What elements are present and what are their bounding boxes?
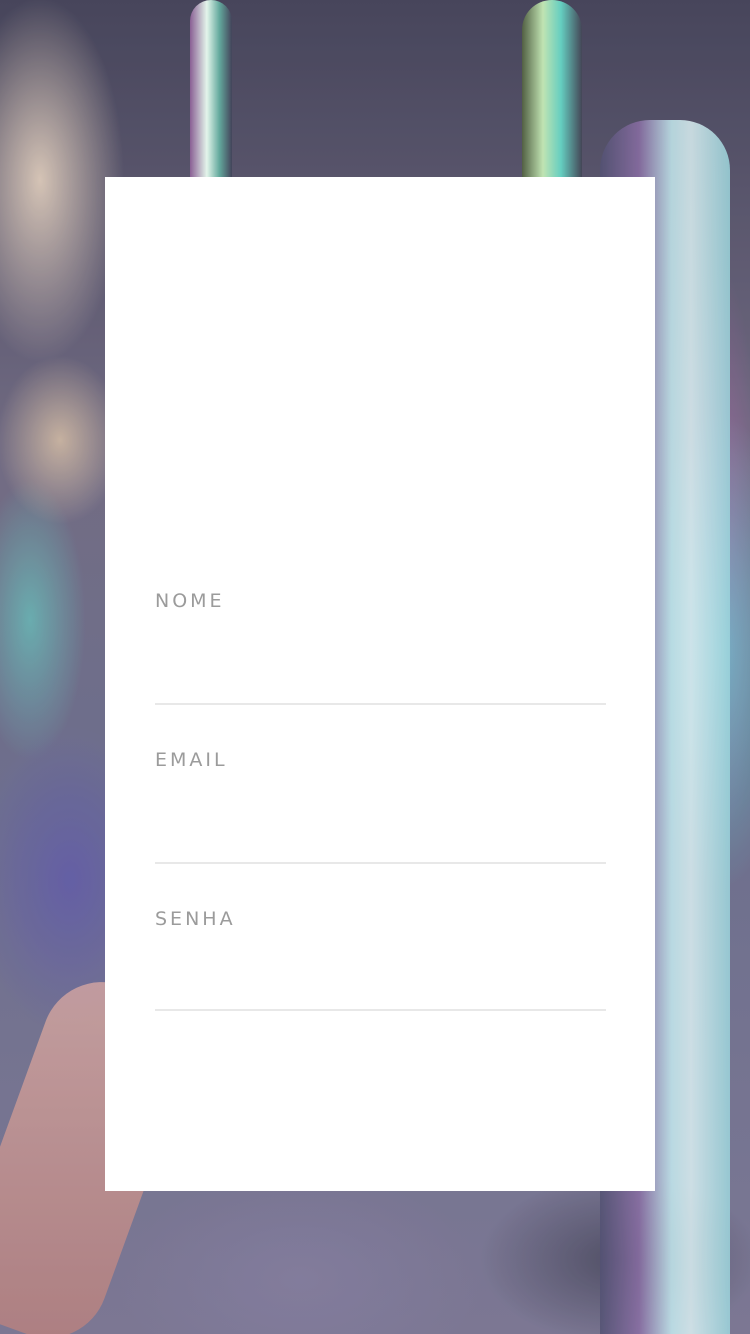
email-divider [155, 862, 606, 864]
name-divider [155, 703, 606, 705]
password-field: SENHA [155, 907, 606, 1011]
signup-card: NOME EMAIL SENHA [105, 177, 655, 1191]
name-field: NOME [155, 589, 606, 705]
name-label: NOME [155, 590, 225, 612]
password-input[interactable] [155, 953, 606, 993]
password-label: SENHA [155, 908, 236, 930]
name-input[interactable] [155, 641, 606, 681]
email-input[interactable] [155, 800, 606, 840]
password-divider [155, 1009, 606, 1011]
email-field: EMAIL [155, 748, 606, 864]
email-label: EMAIL [155, 749, 228, 771]
